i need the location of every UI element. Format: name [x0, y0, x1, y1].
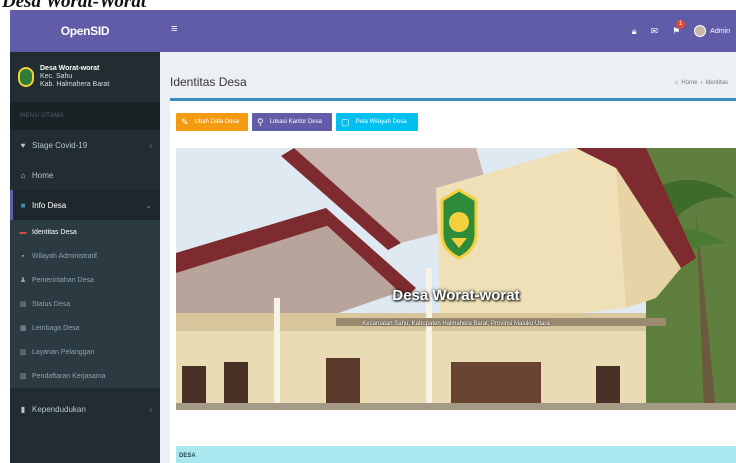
sidebar-subitem-layanan[interactable]: ▥ Layanan Pelanggan [10, 340, 160, 364]
sidebar-item-label: Kependudukan [32, 404, 86, 414]
sidebar-subitem-status[interactable]: ▤ Status Desa [10, 292, 160, 316]
sidebar-item-home[interactable]: ⌂ Home [10, 160, 160, 190]
avatar [694, 25, 707, 37]
home-icon: ⌂ [20, 170, 26, 180]
brand-logo[interactable]: OpenSID [10, 10, 160, 52]
user-menu[interactable]: Admin [694, 25, 730, 37]
edit-village-data-button[interactable]: ✎ Ubah Data Desa [176, 113, 248, 131]
navbar-right: 🔒︎ ✉︎ ⚑ 1 Admin [632, 10, 736, 52]
sidebar-subitem-lembaga[interactable]: ▦ Lembaga Desa [10, 316, 160, 340]
heart-icon: ♥ [20, 140, 26, 150]
sidebar-subitem-label: Pemerintahan Desa [32, 276, 94, 284]
village-office-photo: Desa Worat-worat Kecamatan Sahu, Kabupat… [176, 148, 736, 410]
sidebar-subitem-label: Pendaftaran Kerjasama [32, 372, 106, 380]
sidebar-item-label: Stage Covid-19 [32, 140, 88, 150]
sidebar-subitem-label: Lembaga Desa [32, 324, 80, 332]
breadcrumb-current: Identitas [705, 80, 728, 86]
button-label: Lokasi Kantor Desa [269, 119, 322, 125]
sidebar-item-label: Info Desa [32, 200, 67, 210]
village-seal-icon [18, 67, 34, 87]
sidebar-subitem-identitas[interactable]: ▬ Identitas Desa [10, 220, 160, 244]
lock-icon[interactable]: 🔒︎ [632, 26, 637, 37]
breadcrumb: ⌂ Home › Identitas [675, 80, 728, 86]
sidebar-item-label: Home [32, 170, 54, 180]
id-card-icon: ▬ [19, 228, 27, 236]
handshake-icon: ▧ [19, 373, 27, 380]
users-icon: ♟ [19, 277, 27, 284]
main-content: Identitas Desa ⌂ Home › Identitas ✎ Ubah… [160, 52, 736, 463]
village-location-subtitle: Kecamatan Sahu, Kabupaten Halmahera Bara… [362, 321, 550, 327]
info-desa-submenu: ▬ Identitas Desa ▪ Wilayah Administratif… [10, 220, 160, 388]
app-window: OpenSID Desa Worat-worat Kec. Sahu Kab. … [10, 10, 736, 463]
sidebar-item-info-desa[interactable]: ■ Info Desa ⌄ [10, 190, 160, 220]
hamburger-menu-icon[interactable]: ≡ [171, 23, 177, 35]
user-menu-label: Admin [710, 27, 730, 35]
user-info: Desa Worat-worat Kec. Sahu Kab. Halmaher… [40, 65, 109, 89]
user-line2: Kab. Halmahera Barat [40, 81, 110, 88]
menu-header: MENU UTAMA [10, 102, 160, 130]
chart-icon: ▤ [19, 301, 27, 308]
notification-badge: 1 [676, 19, 686, 29]
button-label: Peta Wilayah Desa [355, 119, 407, 125]
people-icon: ▮ [20, 404, 26, 414]
notification-icon[interactable]: ⚑ 1 [672, 19, 686, 37]
sidebar-subitem-label: Identitas Desa [32, 228, 77, 236]
page-caption: Desa Worat-Worat [0, 0, 260, 9]
chat-icon[interactable]: ✉︎ [651, 26, 659, 37]
sidebar-subitem-label: Status Desa [32, 300, 71, 308]
top-navbar: ≡ 🔒︎ ✉︎ ⚑ 1 Admin [160, 10, 736, 52]
section-header-desa: DESA [176, 446, 736, 463]
chevron-left-icon: ‹ [149, 404, 152, 414]
button-label: Ubah Data Desa [194, 119, 239, 125]
home-icon: ⌂ [674, 80, 679, 86]
sidebar-item-kependudukan[interactable]: ▮ Kependudukan ‹ [10, 394, 160, 424]
map-icon: ▪ [21, 252, 25, 260]
action-buttons: ✎ Ubah Data Desa ⚲ Lokasi Kantor Desa ▢ … [176, 113, 418, 131]
edit-icon: ✎ [181, 116, 189, 127]
sidebar-subitem-label: Wilayah Administratif [32, 252, 97, 260]
support-icon: ▥ [19, 349, 27, 356]
user-name: Desa Worat-worat [40, 65, 100, 72]
sidebar-subitem-wilayah[interactable]: ▪ Wilayah Administratif [10, 244, 160, 268]
sidebar-subitem-label: Layanan Pelanggan [32, 348, 95, 356]
village-emblem-icon [440, 188, 478, 260]
sidebar-subitem-pemerintahan[interactable]: ♟ Pemerintahan Desa [10, 268, 160, 292]
page-title: Identitas Desa [170, 75, 247, 89]
info-icon: ■ [20, 200, 26, 210]
map-icon: ▢ [341, 116, 350, 127]
identity-box: ✎ Ubah Data Desa ⚲ Lokasi Kantor Desa ▢ … [170, 98, 736, 463]
content-header: Identitas Desa ⌂ Home › Identitas [160, 52, 736, 104]
office-location-button[interactable]: ⚲ Lokasi Kantor Desa [252, 113, 332, 131]
breadcrumb-separator: › [700, 80, 703, 86]
user-panel: Desa Worat-worat Kec. Sahu Kab. Halmaher… [10, 52, 160, 102]
chevron-down-icon: ⌄ [145, 200, 152, 210]
sidebar-subitem-kerjasama[interactable]: ▧ Pendaftaran Kerjasama [10, 364, 160, 388]
map-marker-icon: ⚲ [257, 116, 264, 127]
village-map-button[interactable]: ▢ Peta Wilayah Desa [336, 113, 418, 131]
user-line1: Kec. Sahu [40, 73, 73, 80]
village-name-title: Desa Worat-worat [392, 287, 520, 304]
chevron-left-icon: ‹ [149, 140, 152, 150]
building-icon: ▦ [19, 325, 27, 332]
sidebar: OpenSID Desa Worat-worat Kec. Sahu Kab. … [10, 10, 160, 463]
sidebar-item-covid[interactable]: ♥ Stage Covid-19 ‹ [10, 130, 160, 160]
breadcrumb-home[interactable]: Home [681, 80, 697, 86]
